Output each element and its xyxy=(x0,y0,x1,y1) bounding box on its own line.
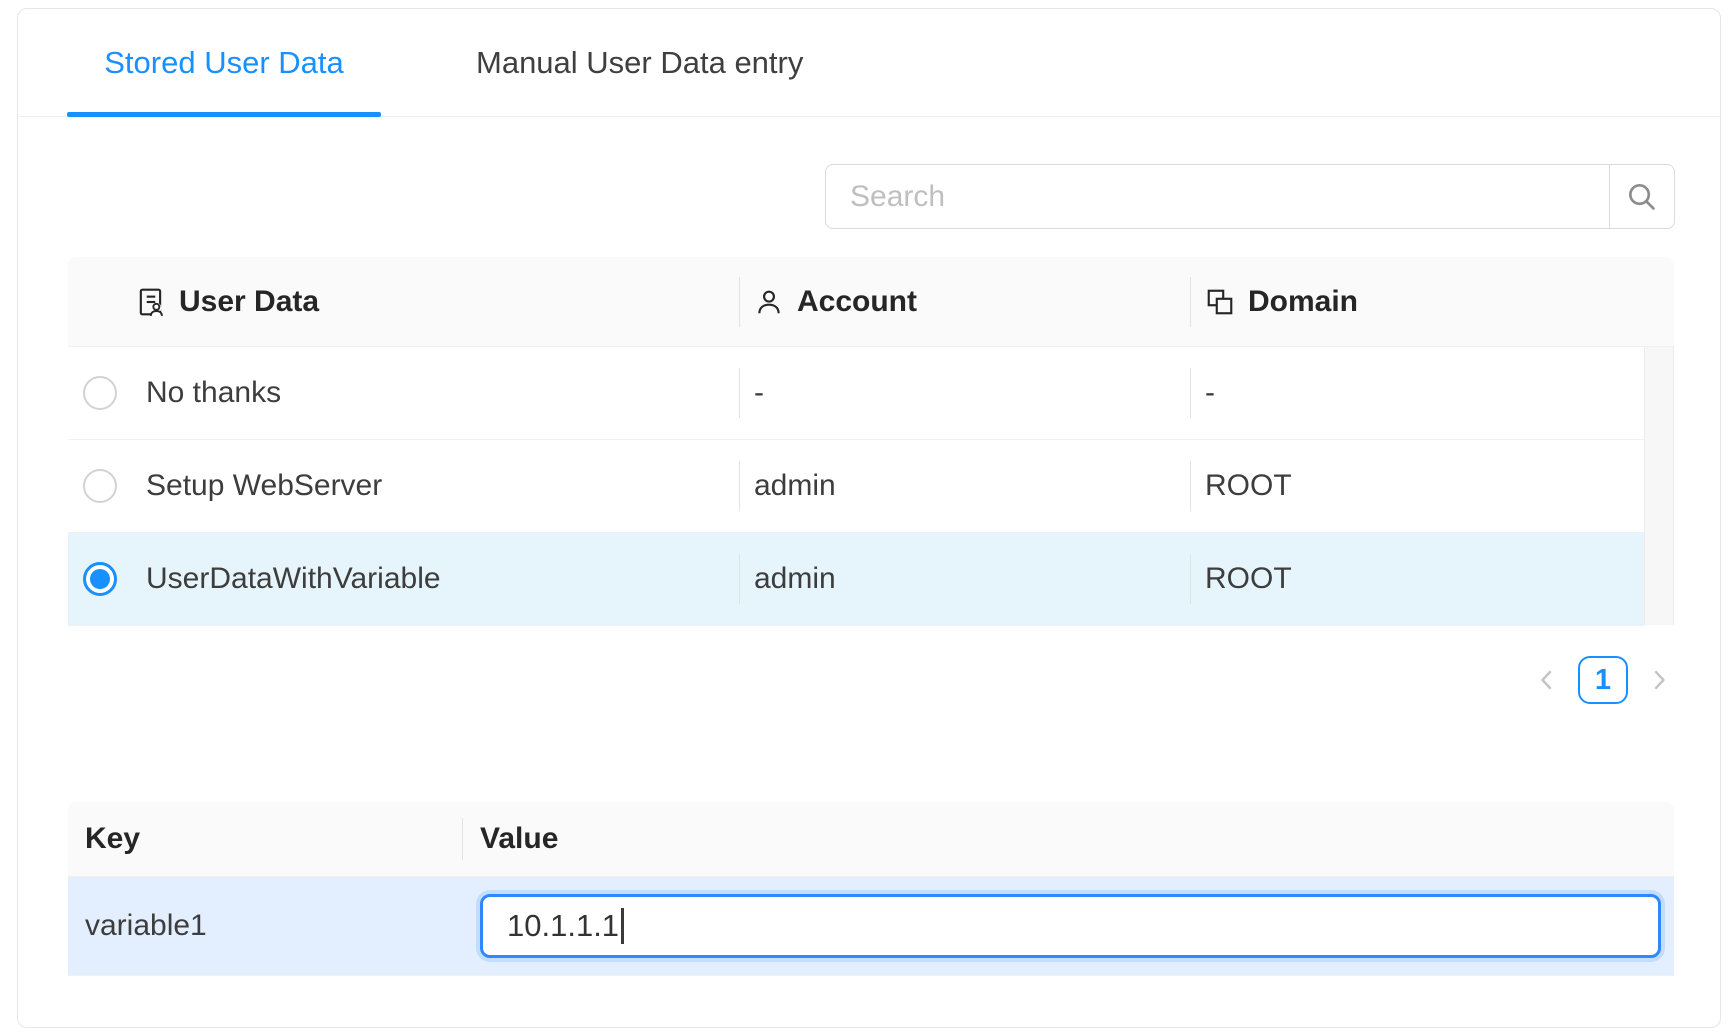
search-row xyxy=(18,117,1720,257)
pagination-page-1[interactable]: 1 xyxy=(1578,656,1628,704)
tab-manual-user-data-entry[interactable]: Manual User Data entry xyxy=(476,9,803,116)
search-input[interactable] xyxy=(825,164,1609,229)
cell-user-data: Setup WebServer xyxy=(131,469,739,503)
chevron-left-icon xyxy=(1533,666,1561,694)
cell-domain: - xyxy=(1190,376,1644,410)
table-row[interactable]: No thanks - - xyxy=(68,347,1644,440)
variable-value-cell: 10.1.1.1 xyxy=(462,894,1674,958)
chevron-right-icon xyxy=(1645,666,1673,694)
column-header-account: Account xyxy=(739,285,1190,319)
radio-checked-icon[interactable] xyxy=(83,562,117,596)
search-icon xyxy=(1625,180,1659,214)
table-body: No thanks - - Setup WebServer admin ROOT… xyxy=(68,347,1674,626)
search-button[interactable] xyxy=(1609,164,1675,229)
key-value-row: variable1 10.1.1.1 xyxy=(68,877,1674,976)
cell-user-data: No thanks xyxy=(131,376,739,410)
variable-value-text: 10.1.1.1 xyxy=(507,908,619,944)
person-icon xyxy=(754,287,784,317)
column-header-account-label: Account xyxy=(797,285,917,319)
column-header-value: Value xyxy=(462,822,1674,856)
column-header-domain-label: Domain xyxy=(1248,285,1358,319)
cell-account: admin xyxy=(739,469,1190,503)
column-header-user-data: User Data xyxy=(131,285,739,319)
text-cursor xyxy=(621,908,624,944)
tab-stored-user-data[interactable]: Stored User Data xyxy=(67,9,381,116)
tab-bar: Stored User Data Manual User Data entry xyxy=(18,9,1720,117)
pagination: 1 xyxy=(18,656,1674,704)
tab-manual-user-data-entry-label: Manual User Data entry xyxy=(476,45,803,81)
table-scrollbar-track[interactable] xyxy=(1644,347,1674,625)
overlapping-squares-icon xyxy=(1205,287,1235,317)
search-box xyxy=(825,164,1675,229)
pagination-prev-button[interactable] xyxy=(1532,656,1562,704)
table-row[interactable]: Setup WebServer admin ROOT xyxy=(68,440,1644,533)
column-header-domain: Domain xyxy=(1190,285,1644,319)
user-data-card-icon xyxy=(136,287,166,317)
variable-value-input[interactable]: 10.1.1.1 xyxy=(480,894,1661,958)
key-value-table: Key Value variable1 10.1.1.1 xyxy=(68,802,1674,976)
pagination-next-button[interactable] xyxy=(1644,656,1674,704)
column-header-key: Key xyxy=(68,822,462,856)
cell-account: - xyxy=(739,376,1190,410)
user-data-table: User Data Account Domain xyxy=(68,257,1674,626)
table-row[interactable]: UserDataWithVariable admin ROOT xyxy=(68,533,1644,626)
cell-user-data: UserDataWithVariable xyxy=(131,562,739,596)
radio-unchecked-icon[interactable] xyxy=(83,469,117,503)
cell-account: admin xyxy=(739,562,1190,596)
table-header: User Data Account Domain xyxy=(68,257,1674,347)
cell-domain: ROOT xyxy=(1190,469,1644,503)
cell-domain: ROOT xyxy=(1190,562,1644,596)
tab-stored-user-data-label: Stored User Data xyxy=(104,45,344,81)
key-value-header: Key Value xyxy=(68,802,1674,877)
column-header-user-data-label: User Data xyxy=(179,285,319,319)
user-data-dialog: Stored User Data Manual User Data entry xyxy=(17,8,1721,1028)
radio-unchecked-icon[interactable] xyxy=(83,376,117,410)
variable-key-label: variable1 xyxy=(68,909,462,943)
